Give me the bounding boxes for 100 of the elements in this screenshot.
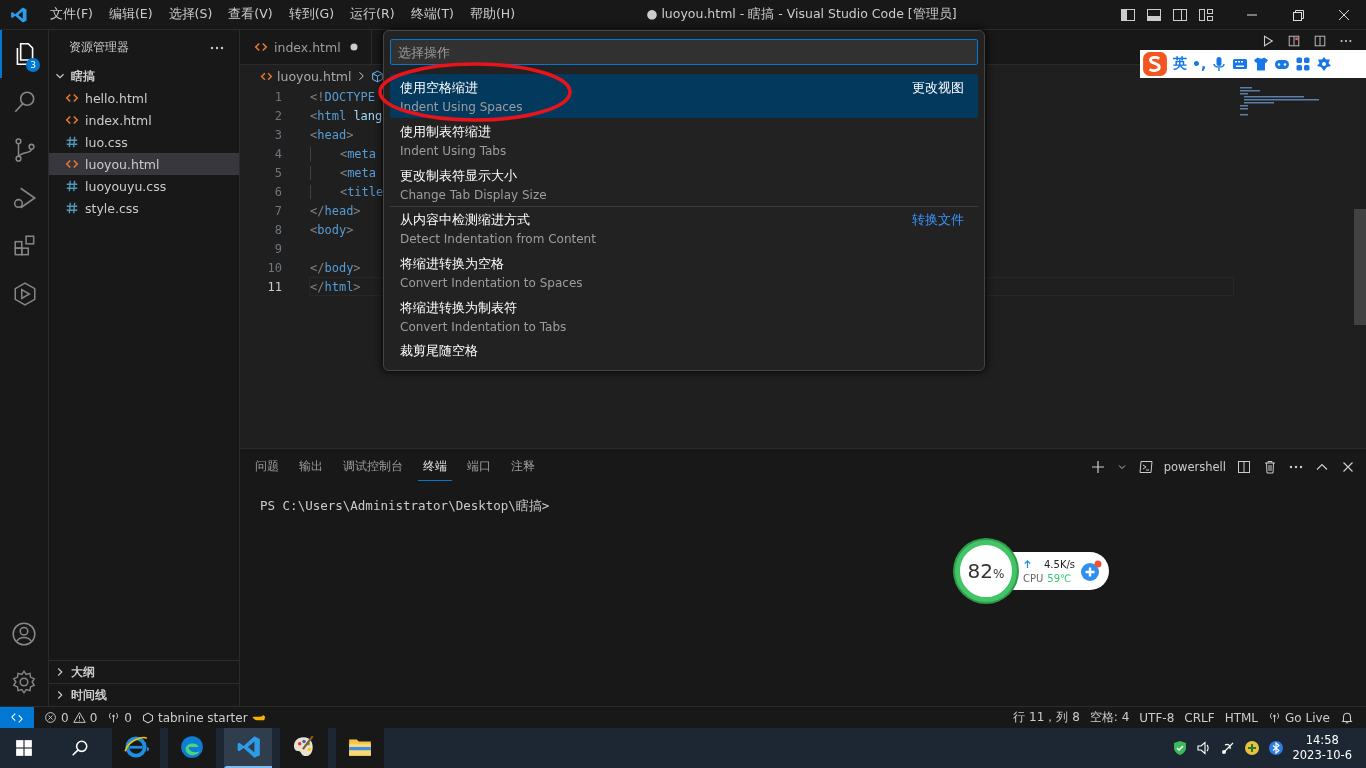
cube-icon [371, 69, 385, 83]
status-item[interactable]: HTML [1224, 710, 1259, 725]
quick-pick-item[interactable]: 从内容中检测缩进方式 转换文件 Detect Indentation from Content [390, 206, 978, 250]
file-item[interactable]: luoyou.html [49, 153, 239, 175]
quick-pick-item[interactable]: 将缩进转换为制表符 Convert Indentation to Tabs [390, 294, 978, 338]
quick-pick-item[interactable]: 更改制表符显示大小 Change Tab Display Size [390, 162, 978, 206]
section-header[interactable]: 时间线 [49, 683, 239, 706]
taskbar-app[interactable] [112, 728, 160, 768]
menu-item[interactable]: 转到(G) [280, 6, 343, 23]
upload-arrow-icon [1023, 559, 1032, 569]
bluetooth-icon[interactable] [1268, 740, 1285, 756]
toggle-sidebar-icon[interactable] [1120, 6, 1136, 23]
status-item[interactable]: 空格: 4 [1089, 709, 1130, 726]
panel-tab[interactable]: 调试控制台 [338, 452, 408, 481]
file-item[interactable]: index.html [49, 109, 239, 131]
folder-item[interactable]: 瞎搞 [49, 65, 239, 87]
problems-button[interactable]: 0 0 [44, 710, 98, 725]
file-item[interactable]: hello.html [49, 87, 239, 109]
split-editor-icon[interactable] [1312, 34, 1328, 48]
cpu-label: CPU [1023, 572, 1044, 584]
browser-e-icon [123, 734, 149, 760]
scrollbar-thumb[interactable] [1354, 209, 1366, 325]
ports-button[interactable]: 0 [107, 710, 132, 725]
sidebar-title: 资源管理器 [69, 40, 129, 55]
panel-tab[interactable]: 端口 [462, 452, 496, 481]
taskbar-app[interactable] [280, 728, 328, 768]
file-item[interactable]: luoyouyu.css [49, 175, 239, 197]
search-icon [71, 739, 89, 757]
breadcrumb-item[interactable]: luoyou.html [277, 68, 352, 84]
command-input[interactable]: 选择操作 [390, 39, 978, 65]
taskbar-app[interactable] [336, 728, 384, 768]
quick-pick-item[interactable]: 使用空格缩进 更改视图 Indent Using Spaces [390, 74, 978, 118]
menu-item[interactable]: 编辑(E) [100, 6, 161, 23]
html-file-icon [65, 157, 79, 171]
line-number: 6 [273, 184, 282, 199]
line-number: 5 [273, 165, 282, 180]
shirt-icon[interactable] [1253, 56, 1270, 72]
activity-button[interactable]: 3 [0, 30, 48, 78]
html-file-icon [65, 91, 79, 105]
notification-badge: 3 [26, 58, 40, 72]
gear-icon[interactable] [1316, 56, 1333, 72]
code-line: <body> [310, 222, 354, 237]
status-item[interactable]: 行 11，列 8 [1013, 709, 1080, 726]
menu-item[interactable]: 查看(V) [220, 6, 281, 23]
source-control-icon [12, 137, 38, 163]
run-debug-icon [12, 185, 38, 211]
html-file-icon [254, 40, 268, 54]
account-icon[interactable] [11, 621, 37, 647]
network-speed: 4.5K/s [1044, 558, 1076, 570]
file-item[interactable]: style.css [49, 197, 239, 219]
minimap-drawing[interactable] [1240, 87, 1320, 117]
panel-tab[interactable]: 终端 [418, 452, 452, 481]
css-file-icon [65, 201, 79, 215]
add-icon[interactable] [1079, 559, 1104, 583]
line-number: 8 [273, 222, 282, 237]
terminal-line: PS C:\Users\Administrator\Desktop\瞎搞> [260, 498, 551, 515]
trash-icon[interactable] [1262, 458, 1278, 475]
remote-icon [10, 710, 24, 725]
file-item[interactable]: luo.css [49, 131, 239, 153]
plus-icon[interactable] [1244, 740, 1261, 756]
terminal-profile[interactable]: powershell [1163, 459, 1226, 474]
sogou-logo-icon[interactable] [1142, 51, 1168, 77]
microphone-icon[interactable] [1211, 56, 1228, 72]
grid-icon[interactable] [1295, 56, 1312, 72]
editor-tab[interactable]: index.html [240, 29, 372, 65]
open-preview-icon[interactable] [1286, 34, 1302, 48]
menu-item[interactable]: 文件(F) [42, 6, 101, 23]
menu-item[interactable]: 帮助(H) [461, 6, 524, 23]
quick-pick-item[interactable]: 使用制表符缩进 Indent Using Tabs [390, 118, 978, 162]
code-line: </body> [310, 260, 361, 275]
split-layout-icon[interactable] [1172, 6, 1188, 23]
quick-pick-item[interactable]: 将缩进转换为空格 Convert Indentation to Spaces [390, 250, 978, 294]
line-number: 2 [273, 108, 282, 123]
panel-tab[interactable]: 输出 [294, 452, 328, 481]
shield-icon[interactable] [1172, 740, 1189, 756]
section-header[interactable]: 大纲 [49, 660, 239, 683]
status-item[interactable]: Go Live [1268, 710, 1330, 725]
settings-icon[interactable] [11, 669, 37, 695]
keyboard-icon[interactable] [1232, 56, 1249, 72]
status-item[interactable]: CRLF [1184, 710, 1215, 725]
taskbar-app[interactable] [168, 728, 216, 768]
layout-icon[interactable] [1198, 6, 1214, 23]
menu-item[interactable]: 选择(S) [160, 6, 221, 23]
menu-item[interactable]: 运行(R) [342, 6, 403, 23]
clock[interactable]: 14:58 2023-10-6 [1292, 733, 1352, 763]
toggle-panel-icon[interactable] [1146, 6, 1162, 23]
antenna-icon [107, 711, 121, 724]
tabnine-button[interactable]: tabnine starter [141, 710, 266, 725]
new-terminal-icon[interactable] [1089, 458, 1106, 475]
panel-tab[interactable]: 问题 [250, 452, 284, 481]
ime-mode[interactable]: 英 [1173, 55, 1187, 73]
css-file-icon [65, 135, 79, 149]
notifications-icon[interactable] [1340, 710, 1354, 725]
windows-logo-icon [15, 739, 33, 757]
punctuation-mode[interactable]: •, [1192, 56, 1207, 72]
panel-tab[interactable]: 注释 [506, 452, 540, 481]
status-item[interactable]: UTF-8 [1139, 710, 1175, 725]
split-terminal-icon[interactable] [1236, 458, 1252, 475]
quick-pick-item[interactable]: 裁剪尾随空格 [390, 338, 978, 364]
menu-item[interactable]: 终端(T) [402, 6, 462, 23]
